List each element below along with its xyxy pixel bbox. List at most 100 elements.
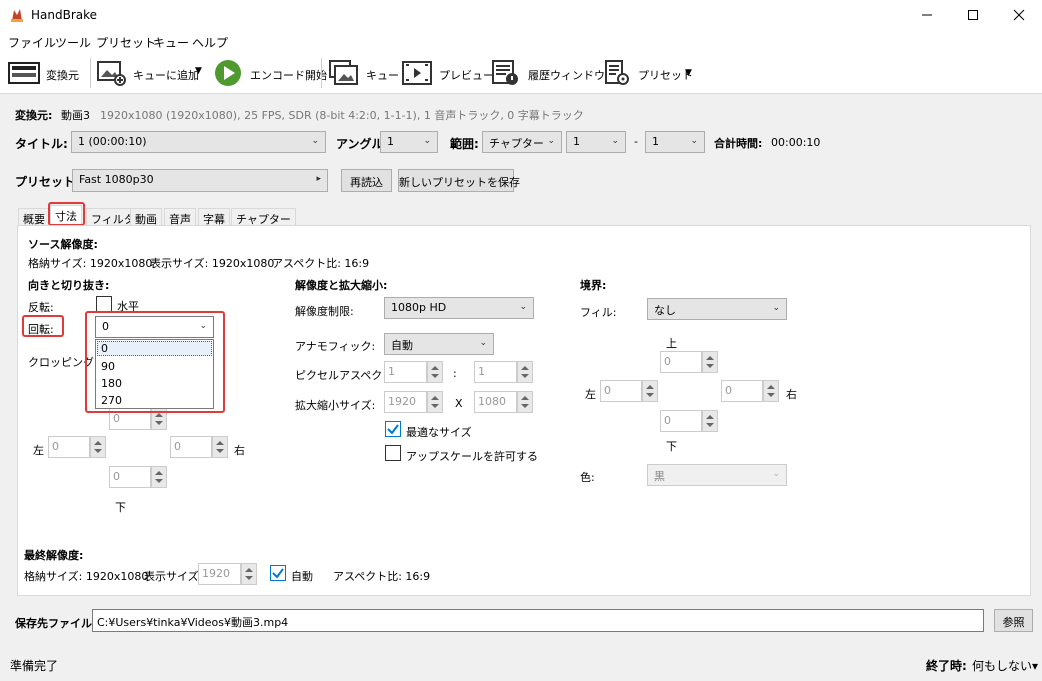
range-type-value: チャプター [489,137,544,150]
crop-left-spinner[interactable]: 0 [48,436,107,458]
title-select[interactable]: 1 (00:00:10) ⌄ [71,131,326,153]
preview-icon [402,61,432,88]
range-end-select[interactable]: 1 ⌄ [645,131,705,153]
border-right-spinner[interactable]: 0 [721,380,780,402]
border-right-value[interactable]: 0 [721,380,763,402]
tab-audio[interactable]: 音声 [164,208,196,226]
spinner-arrows-icon[interactable] [427,361,443,383]
spinner-arrows-icon[interactable] [517,391,533,413]
menu-file[interactable]: ファイル [8,34,56,51]
tab-video[interactable]: 動画 [130,208,162,226]
border-top-label: 上 [666,337,677,350]
border-left-label: 左 [585,388,596,401]
border-right-label: 右 [786,388,797,401]
tab-subtitles[interactable]: 字幕 [198,208,230,226]
preset-select[interactable]: Fast 1080p30 ▸ [72,169,328,192]
toolbar-separator [321,58,322,88]
queue-button[interactable]: キュー [366,67,399,83]
activity-log-icon [491,60,519,89]
add-queue-icon [97,60,127,89]
queue-icon [329,60,359,89]
tab-chapters[interactable]: チャプター [231,208,296,226]
color-select[interactable]: 黒 ⌄ [647,464,787,486]
par-x-value[interactable]: 1 [384,361,427,383]
spinner-arrows-icon[interactable] [642,380,658,402]
crop-left-value[interactable]: 0 [48,436,90,458]
spinner-arrows-icon[interactable] [517,361,533,383]
reload-button[interactable]: 再読込 [341,169,392,192]
par-y-spinner[interactable]: 1 [474,361,534,383]
when-done-select[interactable]: 何もしない▾ [972,657,1038,674]
border-bottom-value[interactable]: 0 [660,410,702,432]
scale-x-separator: X [455,397,463,410]
menu-tools[interactable]: ツール [55,34,91,51]
flip-horizontal-checkbox[interactable] [96,296,112,312]
menu-queue[interactable]: キュー [153,34,189,51]
crop-right-spinner[interactable]: 0 [170,436,229,458]
color-label: 色: [580,471,595,484]
source-details: 1920x1080 (1920x1080), 25 FPS, SDR (8-bi… [100,109,584,122]
final-display-spinner[interactable]: 1920 [198,563,258,585]
resolution-limit-value: 1080p HD [391,301,447,314]
crop-right-value[interactable]: 0 [170,436,212,458]
window-title: HandBrake [31,8,98,22]
resolution-limit-select[interactable]: 1080p HD ⌄ [384,297,534,319]
menu-help[interactable]: ヘルプ [192,34,228,51]
close-icon [1013,9,1025,21]
start-encode-button[interactable]: エンコード開始 [250,67,327,83]
crop-bottom-value[interactable]: 0 [109,466,151,488]
scale-width-value[interactable]: 1920 [384,391,427,413]
browse-button[interactable]: 参照 [994,609,1033,632]
chevron-right-icon: ▸ [316,174,321,184]
border-bottom-spinner[interactable]: 0 [660,410,719,432]
spinner-arrows-icon[interactable] [427,391,443,413]
chevron-down-icon: ⌄ [690,136,698,146]
minimize-button[interactable] [904,0,950,30]
menu-presets[interactable]: プリセット [96,34,156,51]
save-new-preset-button[interactable]: 新しいプリセットを保存 [398,169,520,192]
border-top-spinner[interactable]: 0 [660,351,719,373]
crop-bottom-label: 下 [115,501,126,514]
add-queue-dropdown-icon[interactable]: ▼ [195,66,202,76]
optimal-size-checkbox[interactable] [385,421,401,437]
anamorphic-select[interactable]: 自動 ⌄ [384,333,494,355]
border-left-spinner[interactable]: 0 [600,380,659,402]
chevron-down-icon: ⌄ [772,303,780,313]
range-start-select[interactable]: 1 ⌄ [566,131,626,153]
tab-summary[interactable]: 概要 [18,208,50,226]
final-display-value[interactable]: 1920 [198,563,241,585]
auto-checkbox[interactable] [270,565,286,581]
close-button[interactable] [996,0,1042,30]
add-to-queue-button[interactable]: キューに追加 [133,67,199,83]
highlight-box [22,315,64,337]
spinner-arrows-icon[interactable] [151,466,167,488]
spinner-arrows-icon[interactable] [702,351,718,373]
border-top-value[interactable]: 0 [660,351,702,373]
source-label: 変換元: [15,109,53,122]
chevron-down-icon: ⌄ [519,302,527,312]
border-left-value[interactable]: 0 [600,380,642,402]
angle-select[interactable]: 1 ⌄ [380,131,438,153]
activity-window-button[interactable]: 履歴ウィンドウ [528,67,605,83]
fill-select[interactable]: なし ⌄ [647,298,787,320]
spinner-arrows-icon[interactable] [702,410,718,432]
preview-button[interactable]: プレビュー [439,67,494,83]
par-y-value[interactable]: 1 [474,361,517,383]
spinner-arrows-icon[interactable] [763,380,779,402]
spinner-arrows-icon[interactable] [241,563,257,585]
presets-dropdown-icon[interactable]: ▼ [685,68,692,78]
source-button[interactable]: 変換元 [46,67,79,83]
spinner-arrows-icon[interactable] [90,436,106,458]
destination-path-field[interactable]: C:¥Users¥tinka¥Videos¥動画3.mp4 [92,609,984,632]
par-x-spinner[interactable]: 1 [384,361,444,383]
scale-width-spinner[interactable]: 1920 [384,391,444,413]
crop-bottom-spinner[interactable]: 0 [109,466,168,488]
maximize-button[interactable] [950,0,996,30]
allow-upscale-checkbox[interactable] [385,445,401,461]
scale-height-value[interactable]: 1080 [474,391,517,413]
range-type-select[interactable]: チャプター ⌄ [482,131,562,153]
checkmark-icon [387,424,399,435]
scale-height-spinner[interactable]: 1080 [474,391,534,413]
final-display-label: 表示サイズ: [144,570,203,583]
spinner-arrows-icon[interactable] [212,436,228,458]
